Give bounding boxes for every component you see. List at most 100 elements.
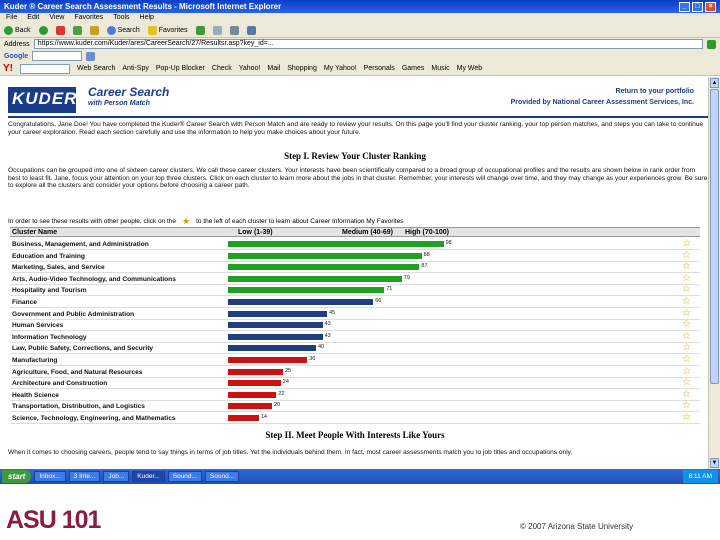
ybar-item[interactable]: Personals [364, 65, 395, 72]
taskbar-item[interactable]: Kuder... [132, 471, 165, 482]
cluster-name[interactable]: Law, Public Safety, Corrections, and Sec… [12, 345, 153, 352]
cluster-row[interactable]: Health Science 22 ☆ [10, 389, 700, 401]
ybar-item[interactable]: Yahoo! [239, 65, 261, 72]
taskbar-item[interactable]: Inbox... [34, 471, 66, 482]
scroll-thumb[interactable] [710, 89, 719, 384]
taskbar-item[interactable]: 3 Inte... [68, 471, 101, 482]
menu-favorites[interactable]: Favorites [74, 14, 103, 23]
ybar-item[interactable]: My Web [457, 65, 483, 72]
cluster-row[interactable]: Architecture and Construction 24 ☆ [10, 377, 700, 390]
star-icon[interactable]: ☆ [682, 296, 691, 307]
menu-help[interactable]: Help [140, 14, 154, 23]
ybar-item[interactable]: My Yahoo! [324, 65, 357, 72]
address-input[interactable]: https://www.kuder.com/Kuder/ares/CareerS… [33, 39, 703, 49]
cluster-row[interactable]: Human Services 43 ☆ [10, 319, 700, 332]
yahoo-search-input[interactable] [20, 63, 70, 74]
star-icon[interactable]: ☆ [682, 366, 691, 377]
cluster-row[interactable]: Business, Management, and Administration… [10, 238, 700, 250]
cluster-row[interactable]: Finance 66 ☆ [10, 296, 700, 308]
star-icon[interactable]: ☆ [682, 342, 691, 353]
ybar-item[interactable]: Web Search [77, 65, 115, 72]
cluster-row[interactable]: Law, Public Safety, Corrections, and Sec… [10, 342, 700, 355]
vertical-scrollbar[interactable]: ▲ ▼ [708, 77, 720, 469]
home-icon[interactable] [89, 26, 99, 35]
ybar-item[interactable]: Check [212, 65, 232, 72]
star-icon[interactable]: ☆ [682, 389, 691, 400]
star-icon[interactable]: ☆ [682, 308, 691, 319]
star-icon[interactable]: ☆ [682, 412, 691, 423]
edit-icon[interactable] [246, 26, 256, 35]
cluster-name[interactable]: Finance [12, 299, 37, 306]
ybar-item[interactable]: Shopping [287, 65, 317, 72]
cluster-name[interactable]: Science, Technology, Engineering, and Ma… [12, 415, 176, 422]
star-icon[interactable]: ☆ [682, 400, 691, 411]
menu-file[interactable]: File [6, 14, 17, 23]
print-icon[interactable] [229, 26, 239, 35]
google-search-input[interactable] [32, 51, 83, 61]
close-icon[interactable]: × [705, 1, 716, 12]
taskbar-item[interactable]: Sound... [167, 471, 202, 482]
menu-tools[interactable]: Tools [113, 14, 129, 23]
start-button[interactable]: start [2, 470, 32, 483]
cluster-row[interactable]: Transportation, Distribution, and Logist… [10, 400, 700, 413]
scroll-up-icon[interactable]: ▲ [710, 78, 719, 88]
ybar-item[interactable]: Music [431, 65, 449, 72]
maximize-icon[interactable]: □ [692, 1, 703, 12]
cluster-name[interactable]: Human Services [12, 322, 63, 329]
star-icon[interactable]: ☆ [682, 319, 691, 330]
star-icon[interactable]: ☆ [682, 238, 691, 249]
forward-arrow-icon[interactable] [38, 26, 48, 35]
cluster-name[interactable]: Health Science [12, 392, 59, 399]
star-icon[interactable]: ☆ [682, 354, 691, 365]
back-button[interactable]: Back [4, 26, 31, 35]
star-icon[interactable]: ☆ [682, 331, 691, 342]
cluster-name[interactable]: Architecture and Construction [12, 380, 107, 387]
search-button[interactable]: Search [106, 26, 140, 35]
cluster-name[interactable]: Education and Training [12, 253, 85, 260]
cluster-name[interactable]: Marketing, Sales, and Service [12, 264, 105, 271]
cluster-row[interactable]: Government and Public Administration 45 ☆ [10, 308, 700, 320]
cluster-row[interactable]: Education and Training 88 ☆ [10, 250, 700, 262]
cluster-row[interactable]: Hospitality and Tourism 71 ☆ [10, 284, 700, 297]
favorites-button[interactable]: Favorites [147, 26, 188, 35]
cluster-name[interactable]: Manufacturing [12, 357, 57, 364]
ybar-item[interactable]: Mail [267, 65, 280, 72]
star-icon[interactable]: ☆ [682, 250, 691, 261]
refresh-icon[interactable] [72, 26, 82, 35]
cluster-name[interactable]: Hospitality and Tourism [12, 287, 87, 294]
cluster-name[interactable]: Transportation, Distribution, and Logist… [12, 403, 145, 410]
scroll-down-icon[interactable]: ▼ [710, 458, 719, 468]
cluster-name[interactable]: Agriculture, Food, and Natural Resources [12, 369, 142, 376]
cluster-name[interactable]: Government and Public Administration [12, 311, 134, 318]
yahoo-logo[interactable]: Y! [3, 63, 13, 74]
menu-view[interactable]: View [49, 14, 64, 23]
cluster-row[interactable]: Arts, Audio-Video Technology, and Commun… [10, 273, 700, 285]
star-icon[interactable]: ☆ [682, 261, 691, 272]
cluster-row[interactable]: Marketing, Sales, and Service 87 ☆ [10, 261, 700, 274]
go-icon[interactable] [707, 39, 716, 49]
cluster-name[interactable]: Business, Management, and Administration [12, 241, 149, 248]
history-icon[interactable] [195, 26, 205, 35]
cluster-row[interactable]: Agriculture, Food, and Natural Resources… [10, 366, 700, 378]
cluster-name[interactable]: Arts, Audio-Video Technology, and Commun… [12, 276, 176, 283]
menu-edit[interactable]: Edit [27, 14, 39, 23]
cluster-name[interactable]: Information Technology [12, 334, 87, 341]
star-icon[interactable]: ☆ [682, 273, 691, 284]
ybar-item[interactable]: Anti-Spy [122, 65, 148, 72]
ybar-item[interactable]: Pop-Up Blocker [156, 65, 205, 72]
star-icon[interactable]: ☆ [682, 284, 691, 295]
stop-icon[interactable] [55, 26, 65, 35]
taskbar-item[interactable]: Job... [103, 471, 130, 482]
cluster-row[interactable]: Manufacturing 36 ☆ [10, 354, 700, 366]
star-icon[interactable]: ★ [182, 216, 190, 227]
cluster-row[interactable]: Information Technology 43 ☆ [10, 331, 700, 343]
ybar-item[interactable]: Games [402, 65, 425, 72]
score-value: 25 [285, 367, 292, 374]
cluster-row[interactable]: Science, Technology, Engineering, and Ma… [10, 412, 700, 424]
return-portfolio-link[interactable]: Return to your portfolio [615, 87, 694, 96]
star-icon[interactable]: ☆ [682, 377, 691, 388]
google-search-icon[interactable] [86, 51, 96, 61]
taskbar-item[interactable]: Sound... [204, 471, 240, 482]
mail-icon[interactable] [212, 26, 222, 35]
minimize-icon[interactable]: _ [679, 1, 690, 12]
